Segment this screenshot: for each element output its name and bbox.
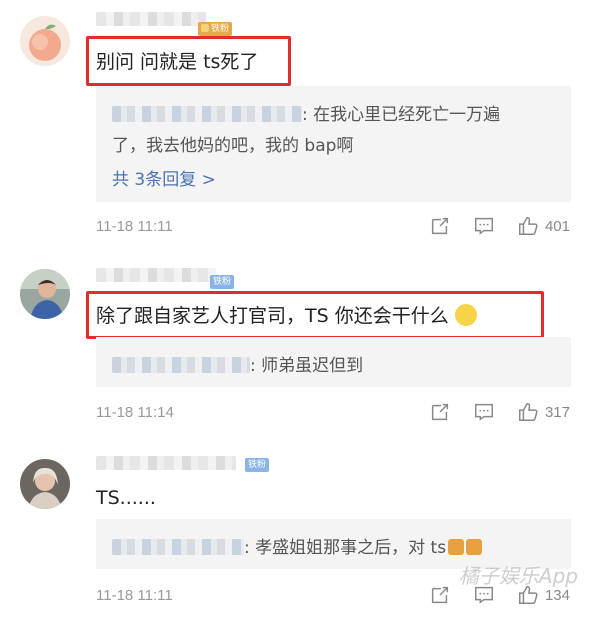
share-icon: [431, 586, 449, 604]
comment-text: TS......: [96, 487, 156, 509]
like-count: 401: [544, 217, 570, 235]
reply-line-2: 了，我去他妈的吧，我的 bap啊: [112, 136, 354, 156]
like-icon: [518, 403, 538, 421]
reply-box[interactable]: : 师弟虽迟但到: [96, 337, 571, 387]
like-button[interactable]: 317: [517, 401, 570, 423]
reply-username-blurred[interactable]: [112, 106, 302, 122]
reply-line-1: : 在我心里已经死亡一万遍: [112, 100, 500, 125]
username-blurred[interactable]: [96, 456, 236, 470]
thumbs-down-emoji-icon: [448, 539, 465, 555]
username-blurred[interactable]: [96, 12, 206, 26]
timestamp: 11-18 11:11: [96, 218, 173, 235]
fan-badge: 铁粉: [198, 22, 233, 36]
watermark: 橘子娱乐App: [458, 564, 578, 588]
person-avatar-icon: [20, 269, 70, 319]
comment-icon: [474, 403, 493, 421]
reply-username-blurred[interactable]: [112, 357, 250, 373]
share-button[interactable]: [429, 215, 451, 237]
thumbs-down-emoji-icon: [466, 539, 483, 555]
avatar[interactable]: [20, 459, 70, 509]
comment-3: 铁粉 TS...... : 孝盛姐姐那事之后，对 ts 11-18 11:11 …: [0, 440, 590, 617]
comment-button[interactable]: [473, 401, 495, 423]
reply-box[interactable]: : 在我心里已经死亡一万遍 了，我去他妈的吧，我的 bap啊 共 3条回复 >: [96, 86, 571, 202]
fan-badge: 铁粉: [245, 458, 270, 472]
reply-line-1: : 孝盛姐姐那事之后，对 ts: [112, 533, 483, 558]
avatar[interactable]: [20, 269, 70, 319]
peach-avatar-icon: [20, 16, 70, 66]
comment-text: 别问 问就是 ts死了: [96, 51, 259, 73]
like-icon: [518, 217, 538, 235]
username-blurred[interactable]: [96, 268, 216, 282]
share-button[interactable]: [429, 584, 451, 606]
reply-line-1: : 师弟虽迟但到: [112, 351, 363, 376]
avatar[interactable]: [20, 16, 70, 66]
timestamp: 11-18 11:14: [96, 404, 174, 421]
comment-1: 铁粉 别问 问就是 ts死了 : 在我心里已经死亡一万遍 了，我去他妈的吧，我的…: [0, 0, 590, 250]
timestamp: 11-18 11:11: [96, 587, 173, 604]
thinking-emoji-icon: [454, 304, 477, 326]
action-bar: 401: [407, 215, 570, 237]
reply-username-blurred[interactable]: [112, 539, 244, 555]
person-avatar-icon: [20, 459, 70, 509]
share-icon: [431, 403, 449, 421]
comment-button[interactable]: [473, 215, 495, 237]
like-count: 134: [544, 586, 570, 604]
comment-2: 铁粉 除了跟自家艺人打官司，TS 你还会干什么 : 师弟虽迟但到 11-18 1…: [0, 250, 590, 440]
action-bar: 317: [407, 401, 570, 423]
fan-badge: 铁粉: [210, 275, 235, 289]
comment-text: 除了跟自家艺人打官司，TS 你还会干什么: [96, 301, 477, 328]
share-button[interactable]: [429, 401, 451, 423]
like-button[interactable]: 401: [517, 215, 570, 237]
share-icon: [431, 217, 449, 235]
like-count: 317: [544, 403, 570, 421]
more-replies-link[interactable]: 共 3条回复 >: [112, 165, 216, 190]
badge-icon: [201, 24, 209, 32]
comment-icon: [474, 217, 493, 235]
